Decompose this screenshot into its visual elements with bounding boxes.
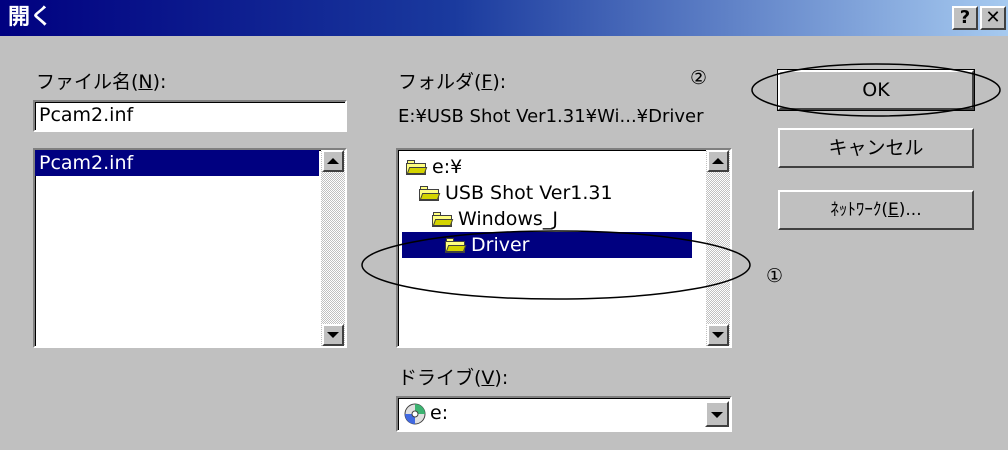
ok-highlight-ellipse (751, 63, 1001, 117)
driver-highlight-ellipse (361, 230, 751, 300)
annotation-overlay (361, 63, 1001, 300)
